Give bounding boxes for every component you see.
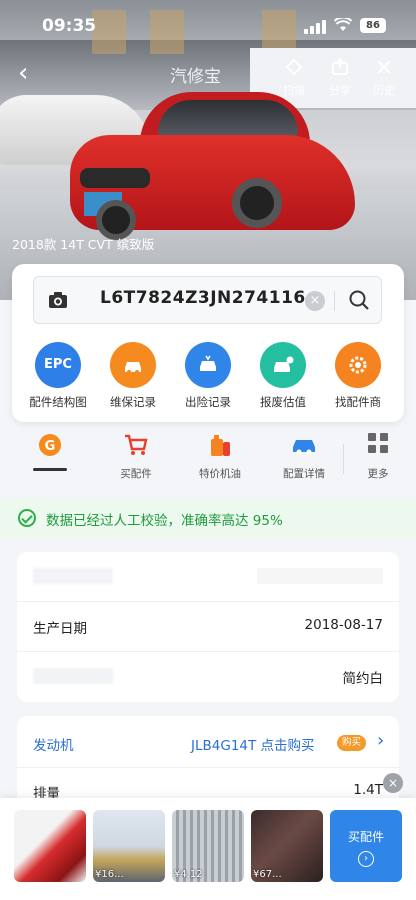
status-time: 09:35	[42, 16, 97, 36]
func-insurance-records[interactable]: 出险记录	[171, 342, 245, 410]
color-value: 简约白	[342, 671, 384, 687]
active-underline	[33, 468, 67, 471]
config-detail-item[interactable]: 配置详情	[264, 432, 344, 481]
close-icon[interactable]: ×	[383, 773, 403, 793]
vin-value[interactable]: L6T7824Z3JN274116	[100, 288, 306, 308]
info-row	[17, 552, 399, 602]
svg-text:G: G	[45, 439, 56, 454]
func-label: 出险记录	[185, 395, 231, 409]
product-price: ¥16...	[95, 869, 124, 880]
redacted-field	[33, 568, 113, 584]
arrow-right-icon: ›	[358, 851, 374, 867]
function-grid: EPC 配件结构图 维保记录 出险记录 报废估值 找配件商	[12, 342, 404, 412]
product-item[interactable]	[14, 810, 86, 882]
scan-label: 扫描	[283, 84, 305, 97]
engine-row[interactable]: 发动机 JLB4G14T 点击购买 购买 ›	[17, 716, 399, 768]
production-date-label: 生产日期	[33, 621, 87, 637]
func-label: 找配件商	[335, 395, 381, 409]
wifi-icon	[333, 16, 353, 36]
vin-lookup-card: L6T7824Z3JN274116 × EPC 配件结构图 维保记录 出险记录	[12, 264, 404, 422]
brand-logo-icon: G	[35, 432, 65, 462]
sec-label: 更多	[367, 468, 389, 480]
product-item[interactable]: ¥67...	[251, 810, 323, 882]
buy-parts-item[interactable]: 买配件	[96, 432, 176, 481]
func-find-suppliers[interactable]: 找配件商	[321, 342, 395, 410]
camera-icon[interactable]	[48, 291, 68, 309]
product-price: ¥67...	[253, 869, 282, 880]
divider	[343, 444, 344, 474]
share-icon	[320, 57, 360, 82]
secondary-menu: G 买配件 特价机油 配置详情 更多	[0, 432, 416, 490]
sec-label: 配置详情	[283, 468, 325, 480]
product-price: ¥4.12	[174, 869, 203, 880]
engine-label: 发动机	[33, 738, 74, 754]
history-icon	[364, 58, 404, 82]
cart-icon	[121, 432, 151, 462]
repair-car-icon	[110, 342, 156, 388]
signal-icon	[304, 20, 326, 34]
battery-icon: 86	[360, 18, 386, 33]
car-config-icon	[289, 432, 319, 462]
buy-badge[interactable]: 购买	[337, 735, 367, 751]
tail-light-image	[14, 810, 86, 882]
engine-value[interactable]: JLB4G14T 点击购买	[191, 734, 315, 754]
product-item[interactable]: ¥4.12	[172, 810, 244, 882]
brand-item[interactable]: G	[10, 432, 90, 471]
share-label: 分享	[329, 84, 351, 97]
func-label: 报废估值	[260, 395, 306, 409]
grid-icon	[363, 432, 393, 462]
verified-banner: 数据已经过人工校验，准确率高达 95%	[0, 498, 416, 538]
car-wheel	[232, 178, 282, 228]
sec-label: 买配件	[120, 468, 152, 480]
sec-label: 特价机油	[199, 468, 241, 480]
func-maintenance-records[interactable]: 维保记录	[96, 342, 170, 410]
redacted-field	[257, 568, 383, 584]
history-button[interactable]: 历史	[364, 58, 404, 98]
func-scrap-valuation[interactable]: 报废估值	[246, 342, 320, 410]
more-item[interactable]: 更多	[346, 432, 410, 481]
chevron-right-icon: ›	[377, 730, 385, 751]
info-row: 生产日期 2018-08-17	[17, 602, 399, 652]
displacement-value: 1.4T	[353, 782, 383, 798]
divider	[334, 291, 335, 311]
buy-parts-button[interactable]: 买配件 ›	[330, 810, 402, 882]
clear-icon[interactable]: ×	[305, 291, 325, 311]
oil-icon	[205, 432, 235, 462]
car-windshield	[158, 100, 298, 136]
valuation-car-icon	[260, 342, 306, 388]
epc-icon: EPC	[35, 342, 81, 388]
scan-button[interactable]: 扫描	[274, 58, 314, 98]
check-shield-icon	[18, 509, 36, 527]
engine-card: 发动机 JLB4G14T 点击购买 购买 › 排量 1.4T	[17, 716, 399, 806]
special-oil-item[interactable]: 特价机油	[180, 432, 260, 481]
info-row: 简约白	[17, 652, 399, 702]
share-button[interactable]: 分享	[320, 57, 360, 98]
func-label: 配件结构图	[29, 395, 87, 409]
vehicle-info-card: 生产日期 2018-08-17 简约白	[17, 552, 399, 702]
func-parts-diagram[interactable]: EPC 配件结构图	[21, 342, 95, 410]
product-strip: ¥16... ¥4.12 ¥67... 买配件 ›	[0, 798, 416, 900]
history-label: 历史	[373, 84, 395, 97]
page-title: 汽修宝	[170, 67, 221, 87]
back-button[interactable]: ‹	[18, 58, 28, 88]
verified-text: 数据已经过人工校验，准确率高达 95%	[46, 513, 283, 529]
scan-icon	[274, 58, 314, 82]
product-item[interactable]: ¥16...	[93, 810, 165, 882]
vin-input-field[interactable]: L6T7824Z3JN274116 ×	[33, 276, 382, 324]
func-label: 维保记录	[110, 395, 156, 409]
status-bar: 09:35 86	[0, 0, 416, 56]
search-icon[interactable]	[348, 289, 370, 311]
crash-car-icon	[185, 342, 231, 388]
redacted-field	[33, 668, 113, 684]
gear-icon	[335, 342, 381, 388]
vehicle-model-caption: 2018款 14T CVT 缤致版	[12, 237, 155, 252]
buy-parts-label: 买配件	[347, 830, 384, 844]
production-date-value: 2018-08-17	[304, 617, 383, 633]
car-grille	[80, 168, 150, 188]
